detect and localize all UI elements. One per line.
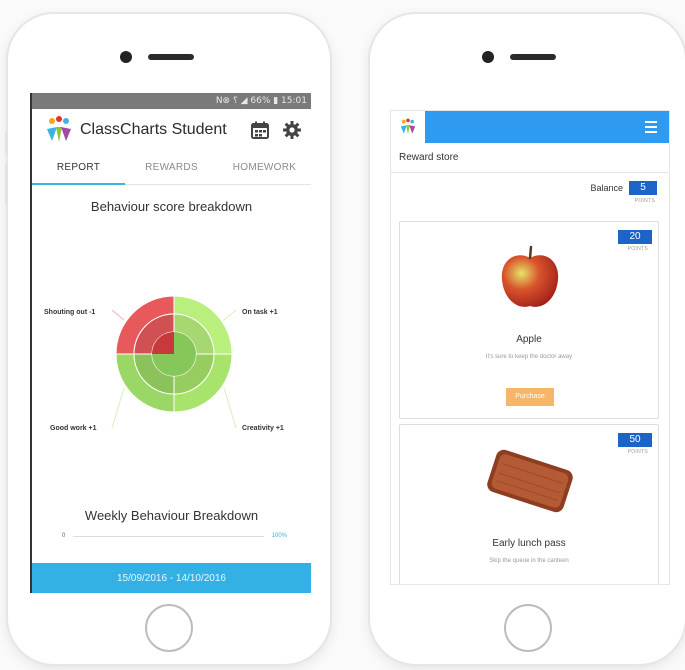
- hamburger-menu-icon[interactable]: [645, 121, 657, 133]
- front-camera: [482, 51, 494, 63]
- left-screen: N⊗ ⸮ ◢ 66% ▮ 15:01 ClassCharts Student R…: [30, 93, 311, 593]
- app-title: ClassCharts Student: [80, 121, 227, 138]
- progress-start-label: 0: [62, 533, 66, 539]
- volume-button: [5, 164, 8, 204]
- date-range-bar[interactable]: 15/09/2016 - 14/10/2016: [32, 563, 311, 593]
- tab-homework[interactable]: HOMEWORK: [218, 151, 311, 184]
- status-bar: N⊗ ⸮ ◢ 66% ▮ 15:01: [32, 93, 311, 109]
- chart-label-shouting-out: Shouting out -1: [44, 309, 96, 316]
- behaviour-chart-title: Behaviour score breakdown: [90, 199, 253, 214]
- app-bar: ClassCharts Student: [32, 109, 311, 151]
- store-logo[interactable]: [391, 111, 425, 143]
- reward-cost-badge: 50: [618, 433, 652, 447]
- right-phone-frame: Reward store Balance 5 POINTS 20 POINTS: [370, 14, 685, 664]
- weekly-chart-title: Weekly Behaviour Breakdown: [84, 508, 259, 523]
- reward-name: Early lunch pass: [492, 538, 566, 549]
- reward-description: It's sure to keep the doctor away: [485, 354, 573, 360]
- calendar-icon[interactable]: [249, 119, 271, 141]
- balance-label: Balance: [590, 183, 623, 193]
- page-title: Reward store: [391, 143, 669, 173]
- store-top-bar: [425, 111, 669, 143]
- connector-creativity: [223, 387, 237, 429]
- classcharts-logo-icon: [47, 116, 71, 142]
- front-camera: [120, 51, 132, 63]
- volume-button: [5, 132, 8, 154]
- classcharts-logo-icon: [400, 118, 416, 135]
- connector-good-work: [111, 387, 125, 429]
- behaviour-sunburst: [111, 295, 237, 429]
- purchase-button[interactable]: Purchase: [506, 388, 554, 406]
- apple-image: [501, 245, 559, 307]
- left-phone-frame: N⊗ ⸮ ◢ 66% ▮ 15:01 ClassCharts Student R…: [5, 14, 330, 664]
- reward-cost-badge: 20: [618, 230, 652, 244]
- tab-bar: REPORT REWARDS HOMEWORK: [32, 151, 311, 185]
- connector-shouting-out: [111, 309, 125, 321]
- earpiece-speaker: [148, 54, 194, 60]
- tab-rewards[interactable]: REWARDS: [125, 151, 218, 184]
- behaviour-chart: Shouting out -1 On task +1 Creativity +1…: [32, 214, 311, 494]
- chart-label-good-work: Good work +1: [50, 425, 97, 432]
- reward-cost-unit: POINTS: [627, 246, 648, 252]
- right-screen: Reward store Balance 5 POINTS 20 POINTS: [390, 110, 670, 585]
- reward-name: Apple: [516, 334, 542, 345]
- balance-row: Balance 5 POINTS: [391, 173, 669, 215]
- weekly-progress: 0 100%: [32, 533, 311, 539]
- store-header: [391, 111, 669, 143]
- home-button[interactable]: [145, 604, 193, 652]
- balance-badge: 5: [629, 181, 657, 195]
- chart-label-on-task: On task +1: [242, 309, 278, 316]
- reward-description: Skip the queue in the canteen: [489, 558, 569, 564]
- screenshot-stage: N⊗ ⸮ ◢ 66% ▮ 15:01 ClassCharts Student R…: [0, 0, 685, 670]
- reward-cost-unit: POINTS: [627, 449, 648, 455]
- home-button[interactable]: [504, 604, 552, 652]
- progress-end-label: 100%: [271, 533, 287, 539]
- gear-icon[interactable]: [281, 119, 303, 141]
- progress-track: [73, 535, 264, 537]
- balance-unit: POINTS: [634, 198, 655, 204]
- reward-card[interactable]: 50 POINTS Early lunch pass Skip the queu…: [399, 424, 659, 584]
- tray-image: [487, 449, 573, 513]
- chart-label-creativity: Creativity +1: [242, 425, 284, 432]
- connector-on-task: [223, 309, 237, 321]
- tab-report[interactable]: REPORT: [32, 151, 125, 185]
- earpiece-speaker: [510, 54, 556, 60]
- reward-card[interactable]: 20 POINTS Apple It's sure to keep the do…: [399, 221, 659, 419]
